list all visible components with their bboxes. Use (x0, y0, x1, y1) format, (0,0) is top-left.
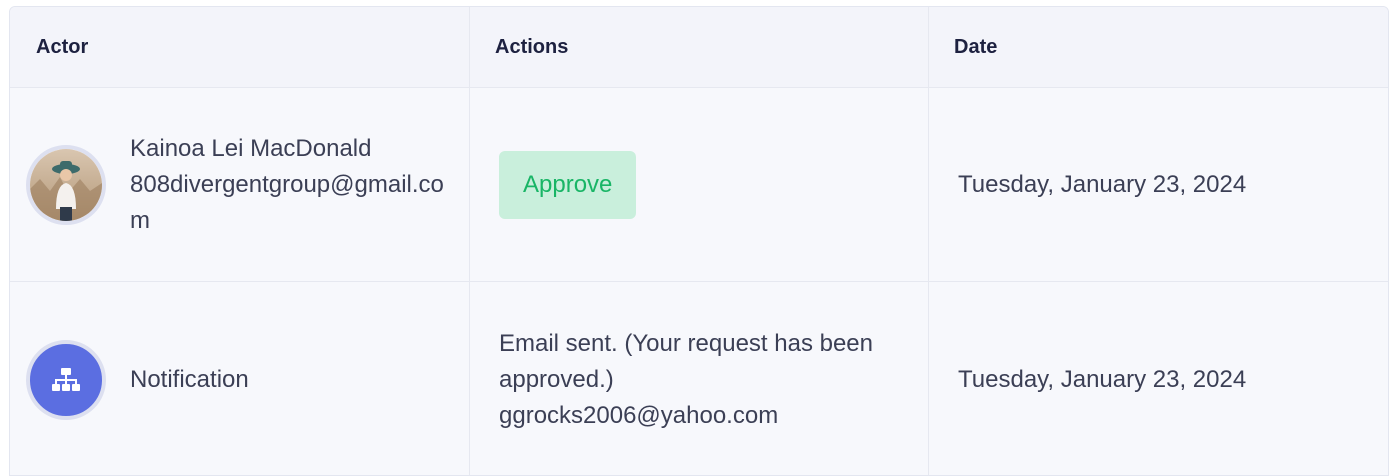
header-cell-actions: Actions (470, 7, 929, 87)
table-row: Kainoa Lei MacDonald 808divergentgroup@g… (10, 88, 1388, 282)
action-note: Email sent. (Your request has been appro… (499, 326, 899, 434)
date-value: Tuesday, January 23, 2024 (958, 170, 1247, 198)
date-cell: Tuesday, January 23, 2024 (929, 282, 1388, 475)
actor-info: Kainoa Lei MacDonald 808divergentgroup@g… (130, 131, 450, 239)
approve-badge: Approve (499, 150, 637, 219)
action-cell: Email sent. (Your request has been appro… (470, 282, 929, 475)
actor-email[interactable]: 808divergentgroup@gmail.com (130, 167, 450, 239)
table-row: Notification Email sent. (Your request h… (10, 282, 1388, 475)
action-note-message: Email sent. (Your request has been appro… (499, 329, 874, 393)
actor-cell: Kainoa Lei MacDonald 808divergentgroup@g… (10, 88, 470, 281)
actor-name: Kainoa Lei MacDonald (130, 134, 372, 162)
user-photo-avatar (26, 144, 106, 225)
header-date-label: Date (954, 35, 998, 58)
header-actor-label: Actor (36, 35, 89, 58)
header-cell-date: Date (929, 7, 1388, 87)
header-actions-label: Actions (495, 35, 569, 58)
date-cell: Tuesday, January 23, 2024 (929, 88, 1388, 281)
actor-name: Notification (130, 365, 249, 393)
sitemap-icon (26, 339, 106, 420)
header-cell-actor: Actor (10, 7, 470, 87)
action-cell: Approve (470, 88, 929, 281)
actor-info: Notification (130, 362, 450, 398)
activity-table: Actor Actions Date Kainoa Lei MacDonald … (9, 6, 1389, 476)
date-value: Tuesday, January 23, 2024 (958, 365, 1247, 393)
actor-cell: Notification (10, 282, 470, 475)
action-note-email[interactable]: ggrocks2006@yahoo.com (499, 398, 899, 434)
table-header-row: Actor Actions Date (10, 7, 1388, 88)
